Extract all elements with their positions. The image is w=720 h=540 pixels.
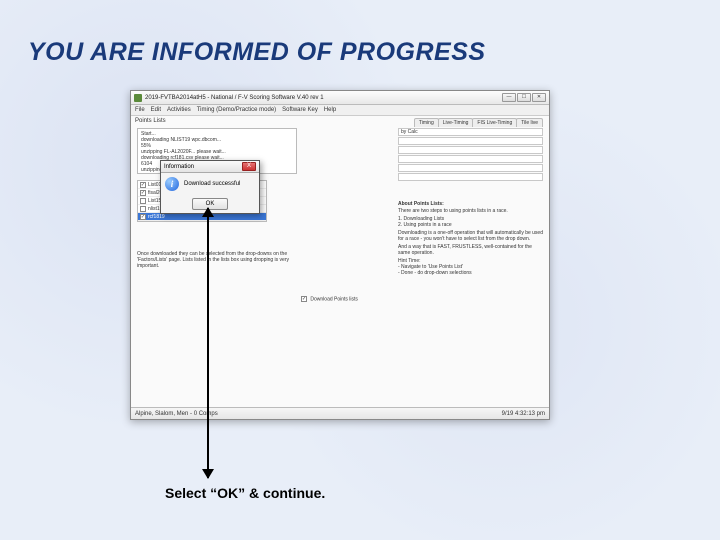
maximize-button[interactable]: ☐ [517, 93, 531, 102]
tab-strip: Timing Live-Timing FIS Live-Timing Tile … [415, 118, 543, 127]
menu-activities[interactable]: Activities [167, 107, 191, 113]
download-points-lists[interactable]: Download Points lists [301, 296, 358, 302]
panel-title: Points Lists [135, 118, 166, 124]
calc-field[interactable] [398, 137, 543, 145]
annotation-arrow [207, 208, 209, 478]
dialog-titlebar: Information X [161, 161, 259, 173]
dialog-message: Download successful [184, 181, 240, 187]
about-p3b: - Done - do drop-down selections [398, 270, 543, 276]
checkbox-icon[interactable]: ✓ [140, 182, 146, 188]
dialog-close-button[interactable]: X [242, 162, 256, 171]
download-label: Download Points lists [310, 296, 358, 302]
tab-live-timing[interactable]: Live-Timing [438, 118, 474, 127]
statusbar-left: Alpine, Slalom, Men - 0 Comps [135, 411, 218, 417]
calc-field[interactable] [398, 155, 543, 163]
description-text: Once downloaded they can be selected fro… [137, 251, 297, 269]
minimize-button[interactable]: — [502, 93, 516, 102]
window-title: 2019-FVTBA2014atH5 - National / F-V Scor… [145, 95, 502, 101]
app-icon [134, 94, 142, 102]
statusbar-right: 9/19 4:32:13 pm [502, 411, 545, 417]
about-heading: About Points Lists: [398, 201, 543, 207]
statusbar: Alpine, Slalom, Men - 0 Comps 9/19 4:32:… [131, 407, 549, 419]
checkbox-icon[interactable]: ✓ [140, 214, 146, 220]
information-icon: i [165, 177, 179, 191]
titlebar: 2019-FVTBA2014atH5 - National / F-V Scor… [131, 91, 549, 105]
menu-file[interactable]: File [135, 107, 145, 113]
tab-tile-live[interactable]: Tile live [516, 118, 543, 127]
about-p2: And a way that is FAST, FRUSTLESS, well-… [398, 244, 543, 256]
menu-timing[interactable]: Timing (Demo/Practice mode) [197, 107, 276, 113]
list-item-name: rcf1819 [148, 214, 165, 220]
menubar: File Edit Activities Timing (Demo/Practi… [131, 105, 549, 116]
calc-field[interactable] [398, 164, 543, 172]
menu-help[interactable]: Help [324, 107, 336, 113]
checkbox-icon[interactable] [140, 198, 146, 204]
checkbox-icon[interactable] [301, 296, 307, 302]
about-step2: 2. Using points in a race [398, 222, 543, 228]
slide-title: YOU ARE INFORMED OF PROGRESS [28, 38, 486, 67]
calc-fields: by Calc [398, 128, 543, 181]
checkbox-icon[interactable]: ✓ [140, 190, 146, 196]
information-dialog: Information X i Download successful OK [160, 160, 260, 214]
about-p1: Downloading is a one-off operation that … [398, 230, 543, 242]
slide-caption: Select “OK” & continue. [165, 485, 325, 501]
close-button[interactable]: ✕ [532, 93, 546, 102]
tab-timing[interactable]: Timing [414, 118, 439, 127]
about-panel: About Points Lists: There are two steps … [398, 201, 543, 276]
checkbox-icon[interactable] [140, 206, 146, 212]
dialog-title: Information [164, 164, 242, 170]
calc-field[interactable] [398, 146, 543, 154]
calc-label: by Calc [398, 128, 543, 136]
menu-software-key[interactable]: Software Key [282, 107, 318, 113]
about-intro: There are two steps to using points list… [398, 208, 543, 214]
tab-fis-live-timing[interactable]: FIS Live-Timing [472, 118, 517, 127]
app-window: 2019-FVTBA2014atH5 - National / F-V Scor… [130, 90, 550, 420]
calc-field[interactable] [398, 173, 543, 181]
menu-edit[interactable]: Edit [151, 107, 161, 113]
